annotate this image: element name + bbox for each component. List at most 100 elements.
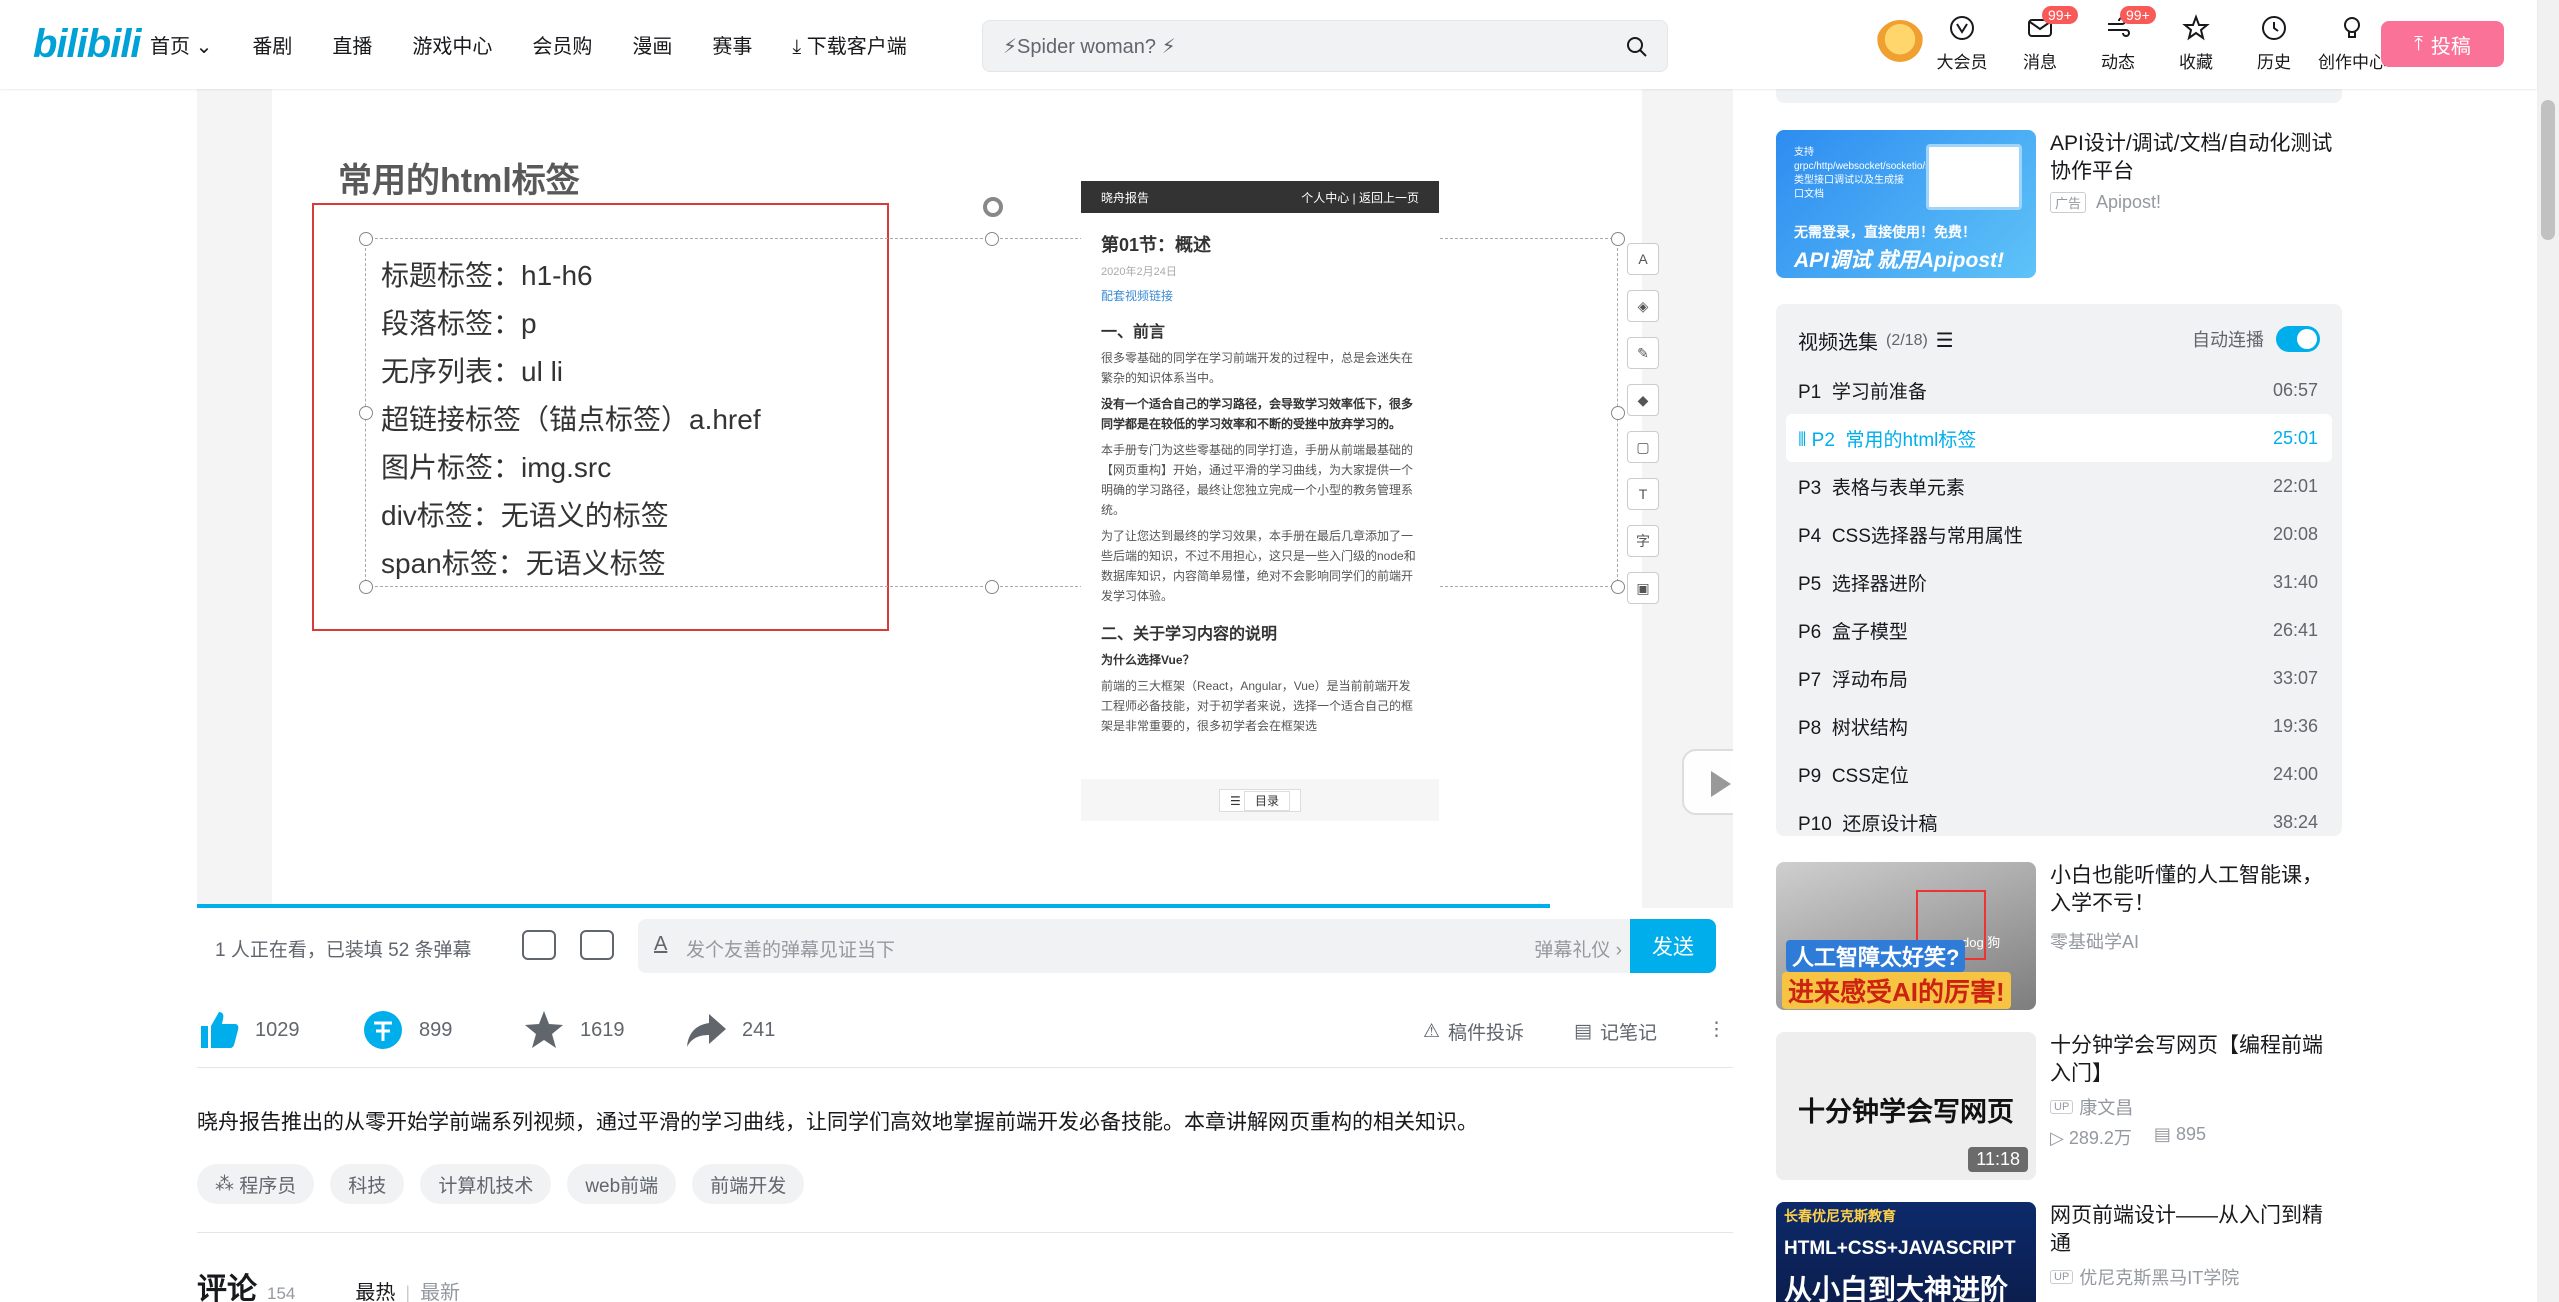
search-bar[interactable]: ⚡Spider woman? ⚡ [982, 20, 1668, 72]
rec-title[interactable]: 网页前端设计——从入门到精通 [2050, 1202, 2342, 1258]
play-icon[interactable] [1682, 749, 1733, 815]
danmaku-input[interactable]: A 发个友善的弹幕见证当下 弹幕礼仪 › [638, 919, 1638, 973]
search-input[interactable]: ⚡Spider woman? ⚡ [1003, 34, 1176, 59]
bilibili-logo[interactable]: bilibili [33, 22, 142, 67]
header-creator-center[interactable]: 创作中心 [2318, 14, 2386, 73]
rec-uploader[interactable]: UP 康文昌 [2050, 1094, 2133, 1120]
playlist-item[interactable]: P3 表格与表单元素 22:01 [1786, 462, 2332, 510]
page-scrollbar[interactable] [2537, 0, 2559, 1302]
font-icon: 字 [1627, 525, 1659, 557]
nav-download-client[interactable]: ⤓ 下载客户端 [792, 30, 906, 59]
more-icon[interactable]: ⋮ [1707, 1018, 1726, 1041]
like-button[interactable]: 1029 [197, 1008, 300, 1052]
header-dynamics[interactable]: 99+ 动态 [2094, 6, 2156, 73]
danmaku-etiquette-link[interactable]: 弹幕礼仪 › [1534, 935, 1622, 962]
recommended-video[interactable]: 长春优尼克斯教育 HTML+CSS+JAVASCRIPT 从小白到大神进阶 网页… [1776, 1202, 2342, 1302]
danmaku-count-icon: ▤ [2153, 1124, 2171, 1144]
rec-views: ▷ 289.2万 [2050, 1124, 2132, 1150]
nav-manga[interactable]: 漫画 [632, 30, 672, 59]
playlist-item[interactable]: P9 CSS定位 24:00 [1786, 750, 2332, 798]
tag-chip[interactable]: 科技 [330, 1164, 405, 1204]
thumb-label: dog 狗 [1962, 935, 2001, 950]
episode-number: P1 [1798, 381, 1822, 403]
doc-section: 二、关于学习内容的说明 [1101, 626, 1278, 643]
sort-new-tab[interactable]: 最新 [420, 1276, 460, 1302]
favorite-button[interactable]: 1619 [522, 1008, 625, 1052]
upload-button[interactable]: ⤒ 投稿 [2381, 21, 2504, 67]
episode-duration: 26:41 [2272, 619, 2318, 640]
video-player[interactable]: 常用的html标签 标题标签：h1-h6 段落标签：p 无序列表：ul li 超… [197, 89, 1733, 908]
thumb-caption: HTML+CSS+JAVASCRIPT [1784, 1238, 2016, 1259]
playlist-item[interactable]: P1 学习前准备 06:57 [1786, 366, 2332, 414]
playlist-item-title: ⦀ P2 常用的html标签 [1798, 425, 1976, 452]
nav-live[interactable]: 直播 [332, 30, 372, 59]
rec-uploader[interactable]: UP 优尼克斯黑马IT学院 [2050, 1264, 2239, 1290]
nav-anime[interactable]: 番剧 [252, 30, 292, 59]
tag-chip[interactable]: web前端 [567, 1164, 677, 1204]
doc-brand: 晓舟报告 [1101, 190, 1150, 205]
header-favorites-label: 收藏 [2179, 53, 2213, 72]
header-vip[interactable]: 大会员 [1937, 14, 1988, 73]
playlist-item[interactable]: P4 CSS选择器与常用属性 20:08 [1786, 510, 2332, 558]
danmaku-placeholder: 发个友善的弹幕见证当下 [686, 940, 896, 961]
episode-title: CSS定位 [1831, 765, 1909, 787]
uploader-name: 优尼克斯黑马IT学院 [2079, 1268, 2240, 1288]
comments-header: 评论 154 最热 | 最新 [197, 1264, 460, 1302]
playlist-panel: 视频选集 (2/18) ☰ 自动连播 P1 学习前准备 06:57 ⦀ P2 常用… [1776, 304, 2342, 836]
search-icon[interactable] [1625, 35, 1649, 59]
playlist-item[interactable]: P6 盒子模型 26:41 [1786, 606, 2332, 654]
rec-title[interactable]: 十分钟学会写网页【编程前端入门】 [2050, 1032, 2342, 1088]
playlist-item-active[interactable]: ⦀ P2 常用的html标签 25:01 [1786, 414, 2332, 462]
danmaku-settings-icon[interactable] [580, 930, 614, 960]
episode-number: P10 [1798, 813, 1832, 835]
note-button[interactable]: ▤ 记笔记 [1574, 1018, 1657, 1045]
header-messages[interactable]: 99+ 消息 [2016, 6, 2078, 73]
playlist-item[interactable]: P7 浮动布局 33:07 [1786, 654, 2332, 702]
tag-line: span标签：无语义标签 [381, 548, 666, 579]
recommended-video[interactable]: 十分钟学会写网页 11:18 十分钟学会写网页【编程前端入门】 UP 康文昌 ▷ … [1776, 1032, 2342, 1180]
resize-handle [359, 406, 373, 420]
playlist-item[interactable]: P8 树状结构 19:36 [1786, 702, 2332, 750]
share-button[interactable]: 241 [684, 1008, 775, 1052]
autoplay-toggle[interactable] [2276, 326, 2320, 352]
playlist-item[interactable]: P10 还原设计稿 38:24 [1786, 798, 2332, 836]
send-danmaku-button[interactable]: 发送 [1630, 919, 1716, 973]
episode-title: 学习前准备 [1831, 381, 1927, 403]
playlist-item[interactable]: P5 选择器进阶 31:40 [1786, 558, 2332, 606]
slide-title: 常用的html标签 [338, 162, 580, 200]
tag-chip[interactable]: 计算机技术 [420, 1164, 552, 1204]
recommended-video[interactable]: dog 狗 人工智障太好笑? 进来感受AI的厉害! 小白也能听懂的人工智能课，入… [1776, 862, 2342, 1010]
page: { "header": { "logo": "bilibili", "nav":… [0, 0, 2559, 1302]
danmaku-toggle-icon[interactable] [522, 930, 556, 960]
nav-mall[interactable]: 会员购 [532, 30, 592, 59]
list-icon[interactable]: ☰ [1936, 328, 1954, 353]
report-button[interactable]: ⚠ 稿件投诉 [1423, 1018, 1524, 1045]
tag-chip[interactable]: ⁂ 程序员 [197, 1164, 315, 1204]
ad-title[interactable]: API设计/调试/文档/自动化测试协作平台 [2050, 130, 2342, 186]
rec-uploader[interactable]: 零基础学AI [2050, 928, 2139, 954]
rec-stats: ▷ 289.2万 ▤ 895 [2050, 1124, 2206, 1150]
avatar[interactable] [1876, 20, 1924, 68]
tag-line: 图片标签：img.src [381, 452, 612, 483]
ad-thumbnail: 支持grpc/http/websocket/socketio/socketjs类… [1776, 130, 2036, 278]
nav-game-center[interactable]: 游戏中心 [412, 30, 492, 59]
playlist-item-title: P6 盒子模型 [1798, 617, 1908, 644]
video-thumbnail[interactable]: 长春优尼克斯教育 HTML+CSS+JAVASCRIPT 从小白到大神进阶 [1776, 1202, 2036, 1302]
tag-chip[interactable]: 前端开发 [692, 1164, 805, 1204]
ad-card[interactable]: 支持grpc/http/websocket/socketio/socketjs类… [1776, 130, 2342, 278]
thumb-caption: 长春优尼克斯教育 [1784, 1208, 1896, 1224]
danmaku-style-icon[interactable]: A [654, 933, 667, 956]
video-thumbnail[interactable]: 十分钟学会写网页 11:18 [1776, 1032, 2036, 1180]
nav-home[interactable]: 首页 ⌄ [150, 30, 212, 59]
coin-button[interactable]: 899 [361, 1008, 452, 1052]
playlist-item-title: P10 还原设计稿 [1798, 809, 1937, 836]
header-history[interactable]: 历史 [2250, 14, 2298, 73]
sort-hot-tab[interactable]: 最热 [355, 1276, 395, 1302]
top-header: bilibili 首页 ⌄ 番剧 直播 游戏中心 会员购 漫画 赛事 ⤓ 下载客… [0, 0, 2537, 89]
video-thumbnail[interactable]: dog 狗 人工智障太好笑? 进来感受AI的厉害! [1776, 862, 2036, 1010]
header-favorites[interactable]: 收藏 [2172, 14, 2220, 73]
nav-esports[interactable]: 赛事 [712, 30, 752, 59]
up-badge: UP [2050, 1270, 2074, 1284]
scrollbar-thumb[interactable] [2541, 100, 2555, 240]
rec-title[interactable]: 小白也能听懂的人工智能课，入学不亏！ [2050, 862, 2342, 918]
